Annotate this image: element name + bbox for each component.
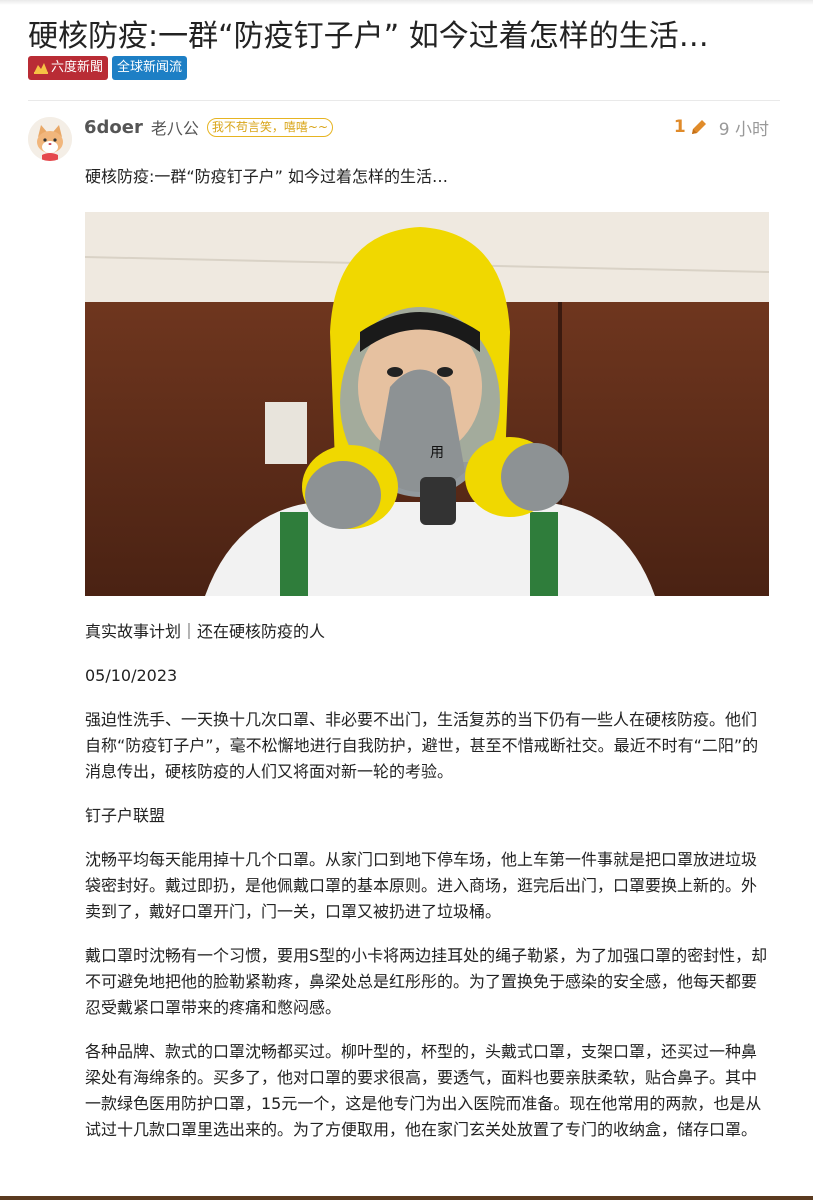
post-age[interactable]: 9 小时 [719, 115, 769, 140]
photo-illustration: 用 [85, 212, 769, 596]
topic-title[interactable]: 硬核防疫:一群“防疫钉子户” 如今过着怎样的生活… [28, 12, 788, 62]
avatar[interactable] [28, 117, 72, 161]
full-name[interactable]: 老八公 [151, 115, 199, 139]
edit-history-button[interactable]: 1 [674, 117, 709, 137]
pencil-icon [691, 120, 706, 134]
post-paragraph: 强迫性洗手、一天换十几次口罩、非必要不出门，生活复苏的当下仍有一些人在硬核防疫。… [85, 710, 759, 781]
tag-badge[interactable]: 全球新闻流 [112, 56, 188, 80]
post-paragraph: 沈畅平均每天能用掉十几个口罩。从家门口到地下停车场，他上车第一件事就是把口罩放进… [85, 850, 758, 921]
divider [28, 100, 780, 101]
username[interactable]: 6doer [84, 117, 143, 138]
post-paragraph: 05/10/2023 [85, 666, 178, 685]
tag-label: 全球新闻流 [117, 60, 183, 75]
post-paragraph: 各种品牌、款式的口罩沈畅都买过。柳叶型的，杯型的，头戴式口罩，支架口罩，还买过一… [85, 1042, 762, 1139]
category-badge[interactable]: 六度新聞 [28, 56, 109, 80]
gas-mask-photo[interactable]: 用 [85, 212, 769, 596]
post-meta: 6doer 老八公 我不苟言笑，嘻嘻~~ [84, 114, 334, 140]
post-paragraph: 戴口罩时沈畅有一个习惯，要用S型的小卡将两边挂耳处的绳子勒紧，为了加强口罩的密封… [85, 946, 768, 1017]
post-paragraph: 钉子户联盟 [85, 806, 166, 825]
post-body: 硬核防疫:一群“防疫钉子户” 如今过着怎样的生活… 用 真实故事计划｜还在硬核防… [85, 160, 769, 1143]
cat-avatar-icon [28, 117, 72, 161]
svg-text:用: 用 [430, 445, 444, 461]
post-info: 1 9 小时 [674, 114, 769, 140]
post-paragraph: 真实故事计划｜还在硬核防疫的人 [85, 622, 326, 641]
header-bar [0, 0, 813, 5]
topic-badges: 六度新聞 全球新闻流 [28, 56, 188, 80]
post-lead: 硬核防疫:一群“防疫钉子户” 如今过着怎样的生活… [85, 167, 449, 186]
edit-count: 1 [673, 117, 686, 137]
user-flair: 我不苟言笑，嘻嘻~~ [206, 117, 334, 137]
category-logo-icon [34, 63, 48, 74]
category-label: 六度新聞 [51, 60, 104, 75]
bottom-edge [0, 1196, 813, 1200]
